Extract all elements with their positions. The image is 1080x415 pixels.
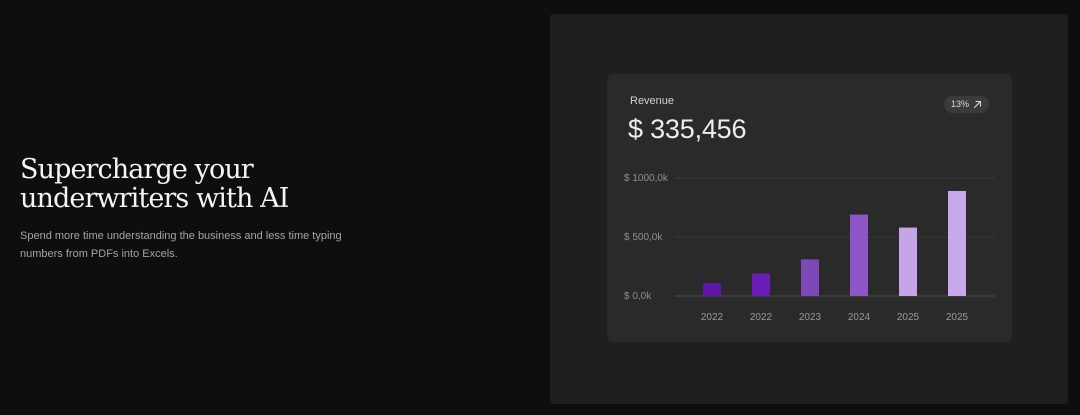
hero-title-line-2: underwriters with AI	[20, 183, 289, 214]
bar-2023-2	[801, 259, 819, 296]
x-tick-label: 2022	[750, 312, 773, 323]
x-tick-label: 2024	[848, 312, 871, 323]
showcase-panel: Revenue $ 335,456 13% $ 0,0k $ 500,0k $ 10…	[550, 14, 1068, 404]
bar-2022-1	[752, 273, 770, 296]
revenue-bar-chart: $ 0,0k $ 500,0k $ 1000,0k 2022 2022 2023 2024 2…	[624, 173, 995, 323]
hero-title: Supercharge your underwriters with AI	[20, 155, 380, 213]
bar-2024-3	[850, 214, 868, 296]
x-tick-label: 2025	[897, 312, 920, 323]
x-tick-label: 2023	[799, 312, 822, 323]
revenue-card: Revenue $ 335,456 13% $ 0,0k $ 500,0k $ 10…	[607, 74, 1012, 342]
x-tick-label: 2022	[701, 312, 724, 323]
y-tick-label: $ 1000,0k	[624, 173, 669, 184]
y-tick-label: $ 500,0k	[624, 232, 663, 243]
y-tick-label: $ 0,0k	[624, 291, 652, 302]
hero-title-line-1: Supercharge your	[20, 154, 254, 185]
x-tick-label: 2025	[946, 312, 969, 323]
hero-subtitle: Spend more time understanding the busine…	[20, 230, 342, 260]
bar-2025-4	[899, 227, 917, 296]
bar-2022-0	[703, 283, 721, 296]
hero-section: Supercharge your underwriters with AI Sp…	[20, 155, 380, 263]
bar-2025-5	[948, 190, 966, 296]
